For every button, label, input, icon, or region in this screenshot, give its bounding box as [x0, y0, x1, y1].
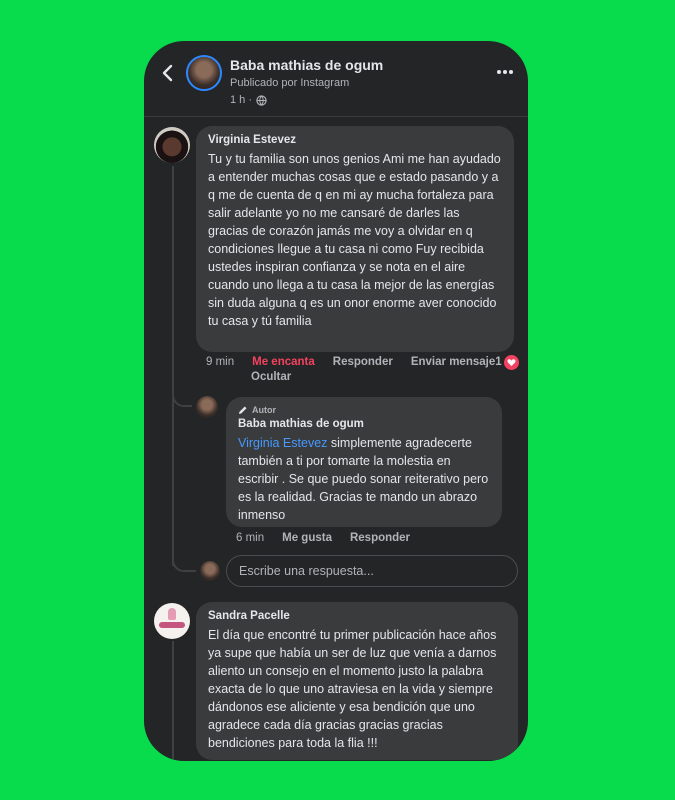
thread-connector: [172, 552, 196, 572]
comment-bubble: Virginia Estevez Tu y tu familia son uno…: [196, 126, 514, 352]
author-badge-label: Autor: [252, 405, 276, 415]
author-badge: Autor: [238, 405, 490, 415]
logo-mark: [159, 622, 185, 628]
post-time-text: 1 h ·: [230, 94, 253, 106]
hide-button[interactable]: Ocultar: [251, 371, 291, 383]
like-button[interactable]: Me gusta: [282, 532, 332, 544]
reply-bubble: Autor Baba mathias de ogum Virginia Este…: [226, 397, 502, 527]
pencil-icon: [239, 406, 247, 414]
comment-time: 9 min: [206, 356, 235, 368]
reply-text: Virginia Estevez simplemente agradecerte…: [238, 436, 489, 522]
post-time: 1 h ·: [230, 94, 267, 106]
heart-reaction-icon[interactable]: [504, 355, 519, 370]
comment-author[interactable]: Sandra Pacelle: [208, 610, 506, 622]
reply-time: 6 min: [236, 532, 265, 544]
reply-input[interactable]: Escribe una respuesta...: [226, 555, 518, 587]
reply-author[interactable]: Baba mathias de ogum: [238, 418, 490, 430]
avatar-baba[interactable]: [196, 396, 218, 418]
globe-icon: [256, 94, 267, 106]
phone-screen: Baba mathias de ogum Publicado por Insta…: [144, 41, 528, 761]
thread-connector: [172, 387, 192, 407]
post-source: Publicado por Instagram: [230, 77, 350, 89]
comment-actions: 9 min Me encanta Responder Enviar mensaj…: [206, 356, 502, 368]
more-options-icon[interactable]: [496, 63, 514, 81]
mention-link[interactable]: Virginia Estevez: [238, 436, 327, 450]
avatar-sandra[interactable]: [154, 603, 190, 639]
post-header: Baba mathias de ogum Publicado por Insta…: [144, 41, 528, 117]
comment-text: Tu y tu familia son unos genios Ami me h…: [208, 152, 501, 328]
avatar-virginia[interactable]: [154, 127, 190, 163]
love-reaction-button[interactable]: Me encanta: [252, 356, 315, 368]
reply-button[interactable]: Responder: [350, 532, 410, 544]
send-message-button[interactable]: Enviar mensaje1: [411, 356, 502, 368]
reply-actions: 6 min Me gusta Responder: [236, 532, 410, 544]
page-name[interactable]: Baba mathias de ogum: [230, 57, 383, 73]
thread-line: [172, 641, 174, 761]
back-arrow-icon[interactable]: [158, 63, 178, 83]
comment-text: El día que encontré tu primer publicació…: [208, 628, 497, 750]
comment-author[interactable]: Virginia Estevez: [208, 134, 502, 146]
page-avatar[interactable]: [186, 55, 222, 91]
comment-bubble: Sandra Pacelle El día que encontré tu pr…: [196, 602, 518, 760]
reply-input-placeholder: Escribe una respuesta...: [239, 564, 374, 578]
avatar-current-user: [200, 561, 220, 581]
reply-button[interactable]: Responder: [333, 356, 393, 368]
thread-line: [172, 166, 174, 566]
reaction-count: 1: [495, 356, 502, 368]
logo-figure: [168, 608, 176, 620]
